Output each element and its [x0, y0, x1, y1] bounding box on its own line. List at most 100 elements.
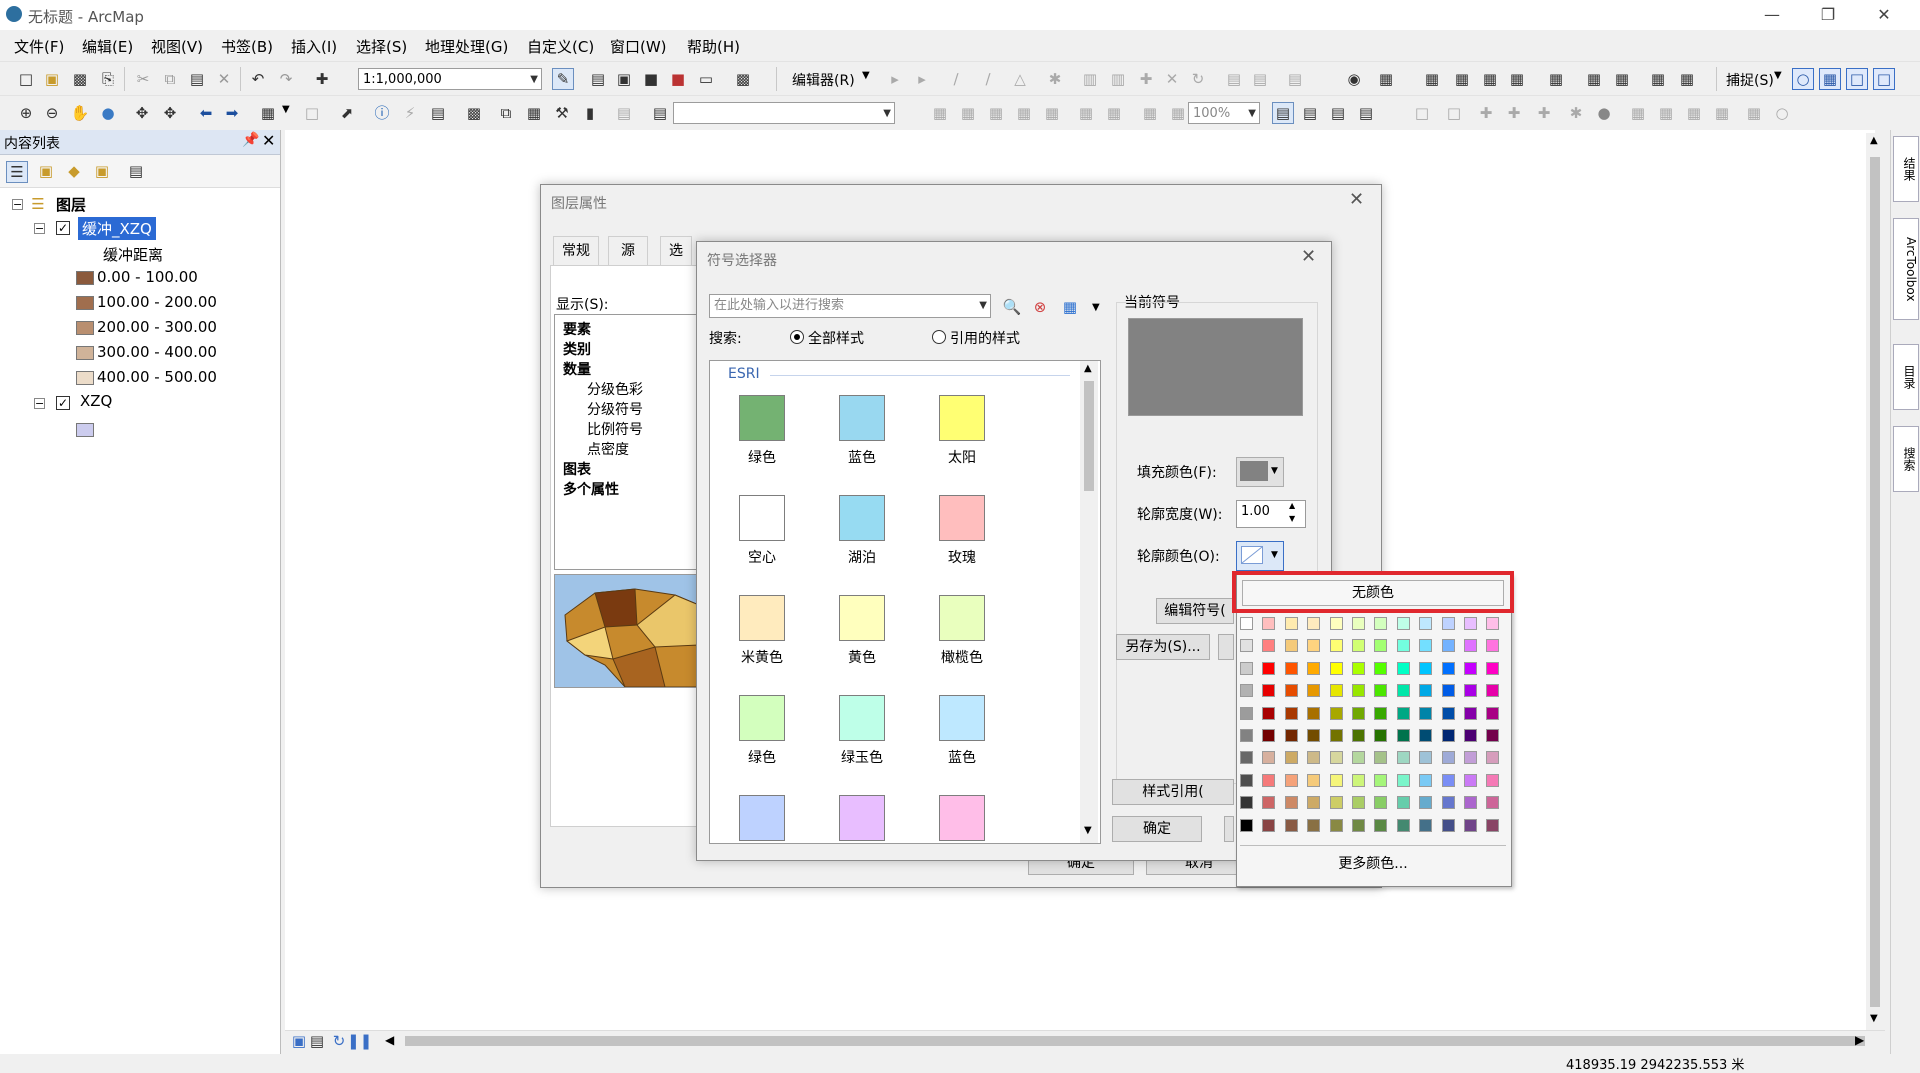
palette-color-swatch[interactable] [1374, 639, 1388, 653]
palette-color-swatch[interactable] [1307, 796, 1321, 810]
swipe-icon[interactable]: ▦ [1628, 103, 1648, 123]
palette-color-swatch[interactable] [1419, 684, 1433, 698]
palette-color-swatch[interactable] [1329, 751, 1343, 765]
palette-color-swatch[interactable] [1374, 684, 1388, 698]
palette-color-swatch[interactable] [1329, 773, 1343, 787]
palette-color-swatch[interactable] [1352, 706, 1365, 720]
palette-color-swatch[interactable] [1284, 661, 1298, 675]
data-view-icon[interactable]: ▣ [289, 1031, 309, 1051]
palette-color-swatch[interactable] [1486, 818, 1500, 832]
go-to-xy-icon[interactable]: ⚒ [552, 103, 572, 123]
clear-selection-icon[interactable]: □ [302, 103, 322, 123]
symbol-sun[interactable]: 太阳 [912, 395, 1012, 467]
menu-view[interactable]: 视图(V) [151, 36, 203, 57]
data-driven-pages-icon[interactable]: ▤ [1356, 103, 1376, 123]
palette-color-swatch[interactable] [1396, 639, 1410, 653]
clear-search-icon[interactable]: ⊗ [1030, 297, 1050, 317]
palette-color-swatch[interactable] [1396, 617, 1410, 630]
edit-symbol-button[interactable]: 编辑符号( [1156, 598, 1234, 624]
list-by-source-icon[interactable]: ▣ [36, 161, 56, 181]
symbol-beige[interactable]: 米黄色 [712, 595, 812, 667]
palette-color-swatch[interactable] [1441, 661, 1455, 675]
palette-color-swatch[interactable] [1486, 706, 1500, 720]
palette-color-swatch[interactable] [1419, 796, 1433, 810]
tab-source[interactable]: 源 [608, 236, 648, 266]
edit-tool-icon[interactable]: ▸ [885, 69, 905, 89]
class-swatch-3[interactable] [76, 321, 94, 335]
palette-color-swatch[interactable] [1329, 729, 1343, 742]
layout-zoom-combo[interactable]: 100% ▼ [1188, 102, 1260, 124]
spin-down-icon[interactable]: ▼ [1289, 514, 1295, 523]
viewer-icon[interactable]: ▤ [614, 103, 634, 123]
collapse-layers-icon[interactable]: − [12, 199, 23, 210]
options-icon[interactable]: ▤ [126, 161, 146, 181]
point-snap-icon[interactable]: ○ [1792, 68, 1814, 90]
cut-icon[interactable]: ✂ [133, 69, 153, 89]
palette-color-swatch[interactable] [1262, 818, 1276, 832]
python-window-icon[interactable]: ▭ [696, 69, 716, 89]
show-item-dot-density[interactable]: 点密度 [587, 439, 629, 459]
close-icon[interactable]: ✕ [1301, 246, 1316, 267]
palette-color-swatch[interactable] [1374, 773, 1388, 787]
palette-color-swatch[interactable] [1307, 751, 1321, 765]
palette-color-swatch[interactable] [1240, 796, 1253, 810]
menu-geoprocessing[interactable]: 地理处理(G) [425, 36, 508, 57]
palette-color-swatch[interactable] [1240, 617, 1253, 630]
menu-edit[interactable]: 编辑(E) [82, 36, 133, 57]
palette-color-swatch[interactable] [1352, 729, 1365, 742]
palette-color-swatch[interactable] [1262, 684, 1276, 698]
palette-color-swatch[interactable] [1352, 818, 1365, 832]
trim-icon[interactable]: ▦ [1480, 69, 1500, 89]
xzq-symbol-swatch[interactable] [76, 423, 94, 437]
palette-color-swatch[interactable] [1284, 818, 1298, 832]
palette-color-swatch[interactable] [1352, 684, 1365, 698]
results-dock-tab[interactable]: 结果 [1893, 136, 1919, 202]
palette-color-swatch[interactable] [1374, 818, 1388, 832]
palette-color-swatch[interactable] [1240, 729, 1253, 742]
edge-snap-icon[interactable]: □ [1873, 68, 1895, 90]
palette-color-swatch[interactable] [1396, 751, 1410, 765]
buffer-layer-checkbox[interactable]: ✓ [56, 221, 70, 235]
symbol-yellow[interactable]: 黄色 [812, 595, 912, 667]
palette-color-swatch[interactable] [1284, 729, 1298, 742]
menu-selection[interactable]: 选择(S) [356, 36, 407, 57]
class-swatch-5[interactable] [76, 371, 94, 385]
palette-color-swatch[interactable] [1464, 617, 1477, 630]
split-icon[interactable]: ✱ [1045, 69, 1065, 89]
align-icon[interactable]: ✚ [1476, 103, 1496, 123]
fixed-zoom-in-layout-icon[interactable]: ▦ [1076, 103, 1096, 123]
overview-icon[interactable]: ▦ [1744, 103, 1764, 123]
sketch-properties-icon[interactable]: ▤ [1250, 69, 1270, 89]
symbol-blue[interactable]: 蓝色 [812, 395, 912, 467]
trace-icon[interactable]: ∕ [978, 69, 998, 89]
palette-color-swatch[interactable] [1262, 751, 1276, 765]
palette-color-swatch[interactable] [1441, 773, 1455, 787]
palette-color-swatch[interactable] [1284, 751, 1298, 765]
model-builder-icon[interactable]: ▩ [733, 69, 753, 89]
menu-windows[interactable]: 窗口(W) [610, 36, 667, 57]
symbol-blue-2[interactable]: 蓝色 [912, 695, 1012, 767]
palette-color-swatch[interactable] [1374, 661, 1388, 675]
globe-icon[interactable]: ● [1594, 103, 1614, 123]
save-icon[interactable]: ▩ [70, 69, 90, 89]
palette-color-swatch[interactable] [1240, 773, 1253, 787]
search-icon[interactable]: 🔍 [1002, 297, 1022, 317]
symbol-pink[interactable] [912, 795, 1012, 843]
palette-color-swatch[interactable] [1329, 617, 1343, 630]
outline-color-button[interactable]: ▼ [1236, 541, 1284, 571]
fixed-zoom-out-layout-icon[interactable]: ▦ [1104, 103, 1124, 123]
chevron-down-icon[interactable]: ▼ [1084, 825, 1092, 836]
list-by-drawing-order-icon[interactable]: ☰ [6, 161, 28, 183]
hyperlink-icon[interactable]: ⚡ [400, 103, 420, 123]
catalog-dock-tab[interactable]: 目录 [1893, 344, 1919, 410]
chevron-down-icon[interactable]: ▼ [1870, 1013, 1878, 1024]
palette-color-swatch[interactable] [1464, 818, 1477, 832]
labeling-icon[interactable]: ▦ [1677, 69, 1697, 89]
palette-color-swatch[interactable] [1464, 773, 1477, 787]
back-layout-icon[interactable]: ▦ [1140, 103, 1160, 123]
nudge-icon[interactable]: ✚ [1534, 103, 1554, 123]
palette-color-swatch[interactable] [1396, 729, 1410, 742]
draw-text-icon[interactable]: □ [1444, 103, 1464, 123]
palette-color-swatch[interactable] [1284, 796, 1298, 810]
palette-color-swatch[interactable] [1419, 773, 1433, 787]
